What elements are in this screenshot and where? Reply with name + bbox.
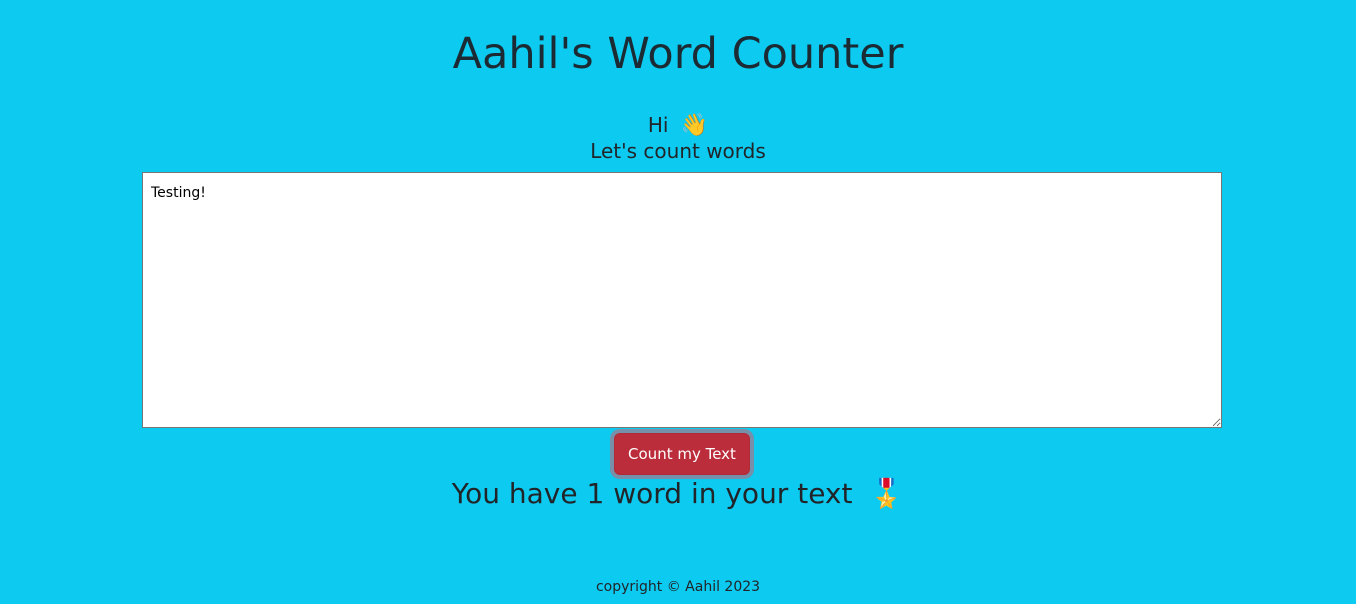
footer-copyright: copyright © Aahil 2023 bbox=[595, 579, 761, 595]
medal-icon: 🎖️ bbox=[869, 477, 905, 510]
greeting: Hi 👋 bbox=[0, 112, 1356, 139]
greeting-text: Hi bbox=[647, 113, 669, 137]
text-input-area[interactable] bbox=[142, 172, 1222, 428]
count-text-button[interactable]: Count my Text bbox=[614, 433, 750, 475]
subtitle: Let's count words bbox=[590, 139, 766, 163]
page-title: Aahil's Word Counter bbox=[452, 29, 904, 79]
waving-hand-icon: 👋 bbox=[680, 113, 709, 138]
word-count-text: You have 1 word in your text bbox=[451, 477, 853, 510]
word-count-result: You have 1 word in your text 🎖️ bbox=[0, 476, 1356, 512]
